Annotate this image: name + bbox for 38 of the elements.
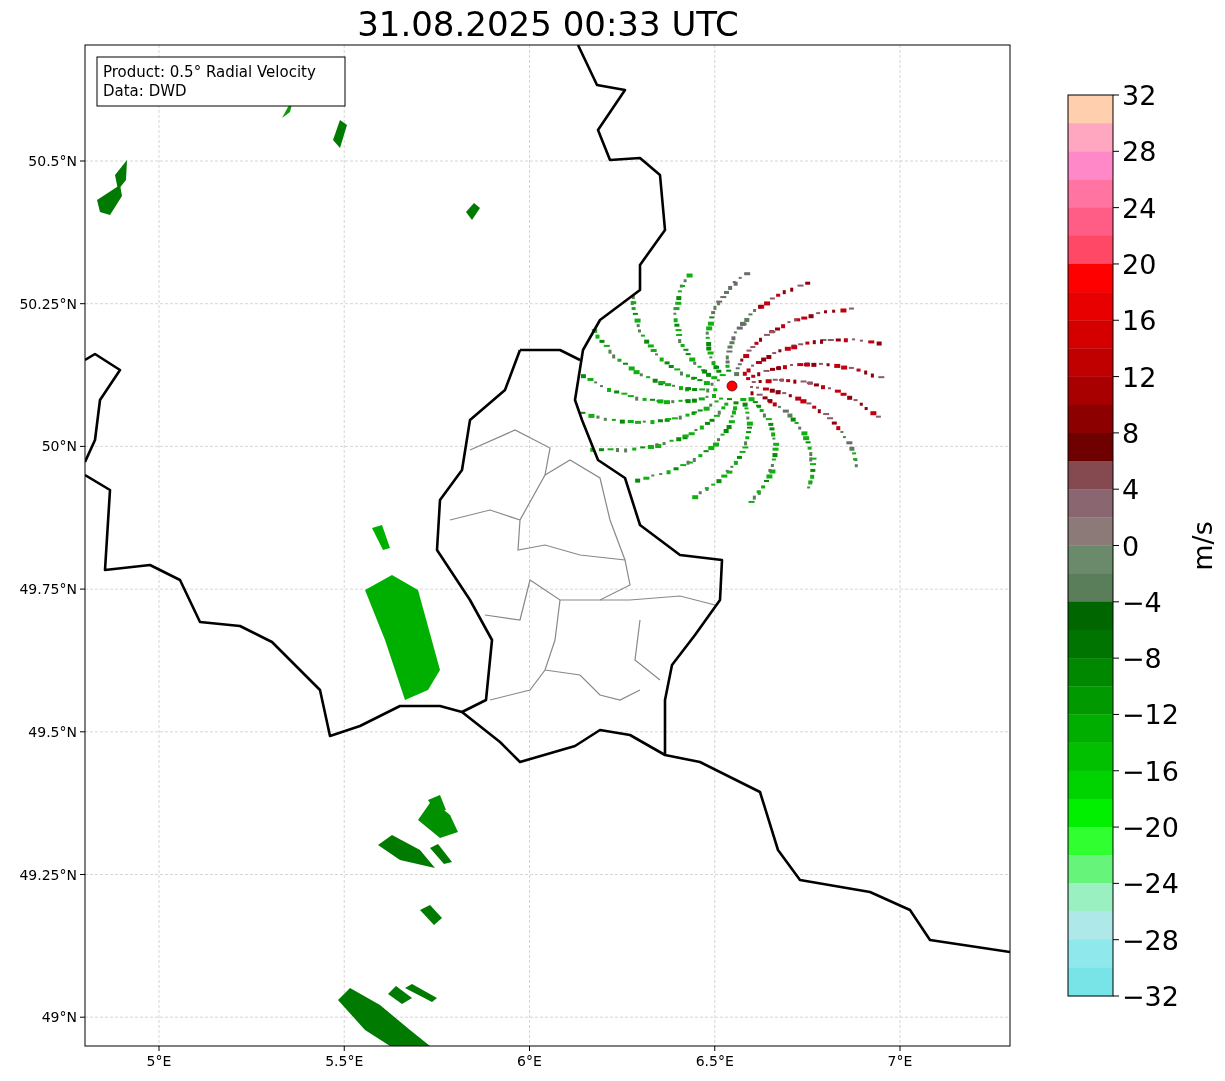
colorbar-tick-label: −28 (1122, 924, 1179, 956)
colorbar-tick-label: 16 (1122, 305, 1157, 337)
axis-tick-label: 49.25°N (19, 866, 77, 883)
chart-title: 31.08.2025 00:33 UTC (357, 4, 739, 44)
colorbar-tick-label: −24 (1122, 868, 1179, 900)
radar-echo (466, 203, 480, 220)
colorbar-tick-label: 4 (1122, 474, 1140, 506)
colorbar-tick-label: 12 (1122, 361, 1157, 393)
colorbar-tick-label: 28 (1122, 136, 1157, 168)
axis-tick-label: 50.5°N (28, 153, 77, 169)
axis-tick-label: 50.25°N (19, 295, 77, 312)
colorbar-tick-label: 0 (1122, 530, 1140, 562)
colorbar-tick-label: −20 (1122, 812, 1179, 844)
colorbar-tick-label: −12 (1122, 699, 1179, 731)
axis-tick-label: 7°E (887, 1053, 913, 1069)
info-text: Data: DWD (103, 82, 187, 100)
colorbar-tick-label: −4 (1122, 586, 1162, 618)
radar-echo (333, 120, 347, 148)
colorbar-tick-label: 32 (1122, 80, 1157, 111)
colorbar-label: m/s (1187, 521, 1218, 571)
info-text: Product: 0.5° Radial Velocity (103, 63, 316, 81)
axis-tick-label: 49.75°N (19, 581, 77, 598)
axis-tick-label: 50°N (41, 438, 77, 455)
colorbar-tick-label: −32 (1122, 981, 1179, 1012)
colorbar-tick-label: 24 (1122, 192, 1157, 224)
radar-site-marker (726, 380, 738, 392)
colorbar-tick-label: −8 (1122, 643, 1162, 675)
axis-tick-label: 5°E (146, 1053, 172, 1069)
radar-echo (372, 525, 390, 550)
axis-tick-label: 6°E (517, 1053, 542, 1069)
colorbar-tick-label: −16 (1122, 755, 1179, 787)
axis-tick-label: 49.5°N (28, 723, 77, 740)
radar-echo (420, 905, 442, 925)
axis-tick-label: 49°N (41, 1009, 77, 1026)
colorbar-tick-label: 20 (1122, 248, 1157, 280)
axis-tick-label: 5.5°E (325, 1053, 364, 1069)
axis-tick-label: 6.5°E (695, 1053, 734, 1069)
colorbar-tick-label: 8 (1122, 417, 1140, 449)
